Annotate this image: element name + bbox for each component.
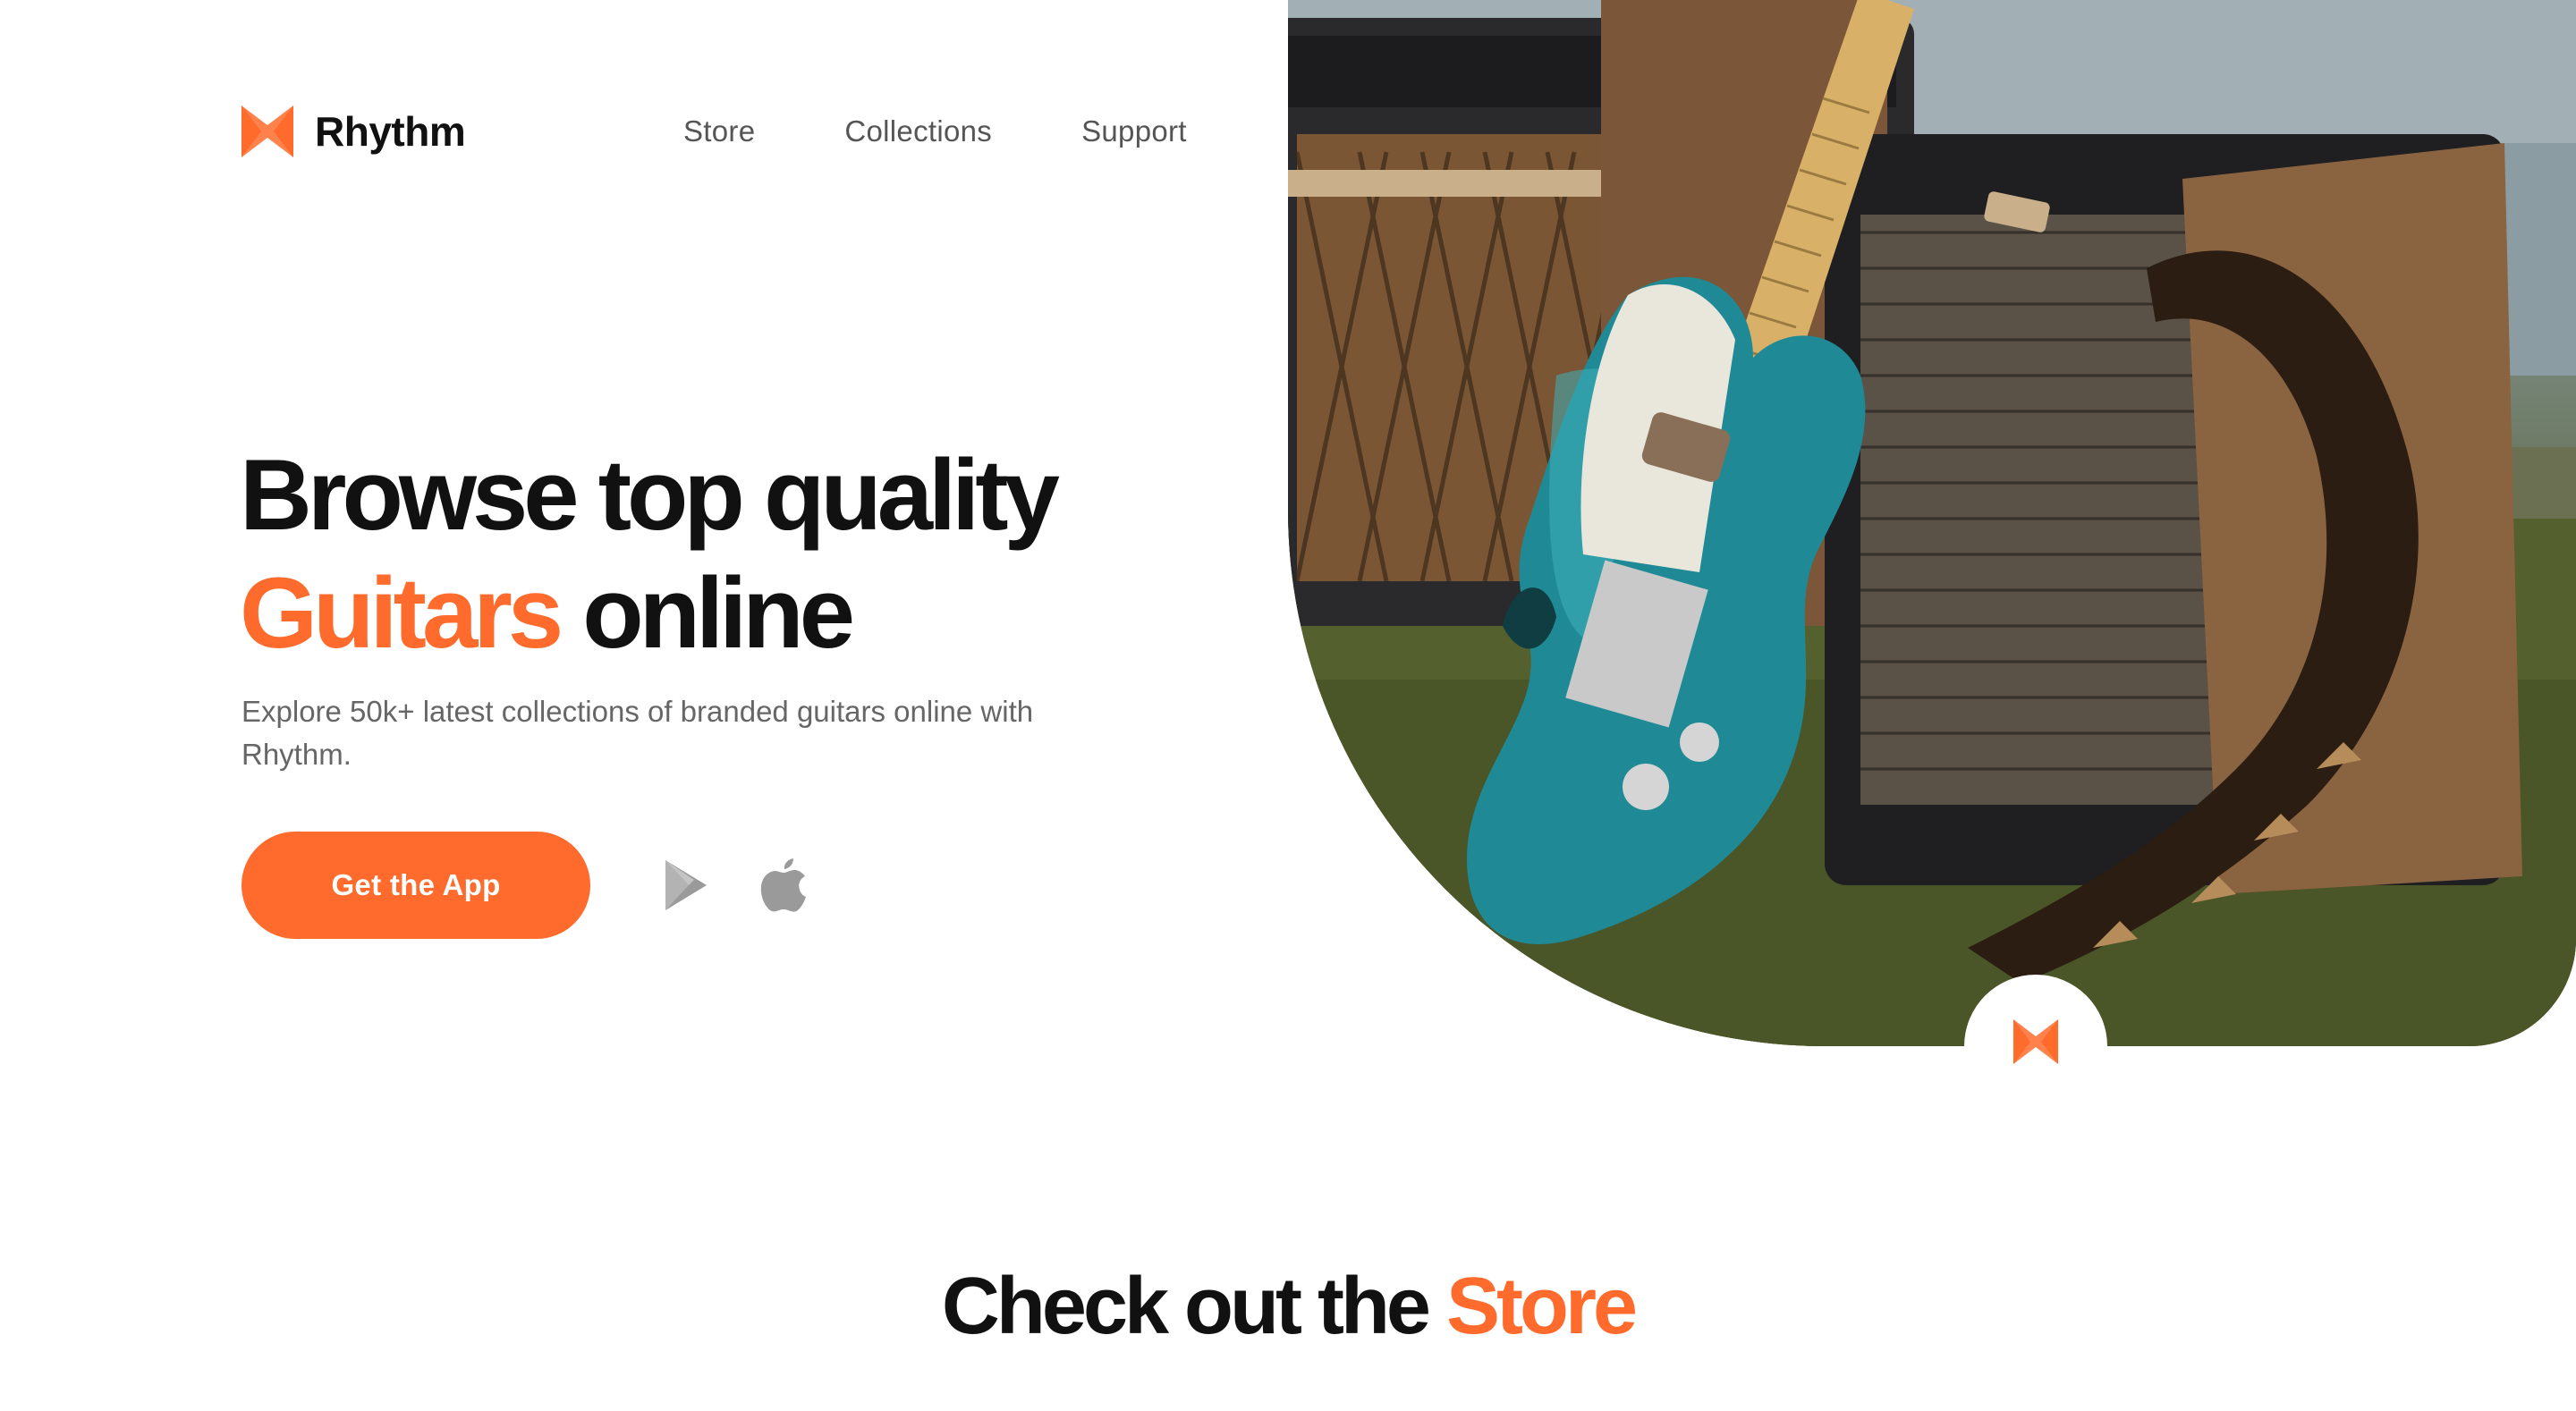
guitar-amp-illustration xyxy=(1288,0,2576,1046)
nav-link-collections[interactable]: Collections xyxy=(844,114,992,148)
brand-logo[interactable]: Rhythm xyxy=(242,106,466,157)
hero-title-accent: Guitars xyxy=(240,557,564,669)
hero-image xyxy=(1288,0,2576,1046)
rhythm-logo-icon xyxy=(242,106,293,157)
store-section-title-prefix: Check out the xyxy=(941,1262,1446,1351)
hero-title: Browse top quality Guitars online xyxy=(240,436,1224,672)
main-nav: Store Collections Support xyxy=(683,114,1187,148)
hero-description: Explore 50k+ latest collections of brand… xyxy=(242,695,1034,771)
nav-link-support[interactable]: Support xyxy=(1081,114,1187,148)
google-play-icon[interactable] xyxy=(662,858,710,912)
store-section-title-accent: Store xyxy=(1446,1262,1638,1351)
get-the-app-button[interactable]: Get the App xyxy=(242,832,590,939)
nav-link-store[interactable]: Store xyxy=(683,114,755,148)
hero-title-line-1: Browse top quality xyxy=(240,439,1060,551)
brand-name: Rhythm xyxy=(315,108,466,155)
cta-row: Get the App xyxy=(242,832,807,939)
store-section-title: Check out the Store xyxy=(0,1261,2576,1353)
hero-title-rest: online xyxy=(559,557,855,669)
hero-badge xyxy=(1964,975,2107,1118)
rhythm-badge-icon xyxy=(2013,1019,2058,1064)
hero-title-line-2: Guitars online xyxy=(240,554,1224,672)
landing-page: Rhythm Store Collections Support Browse … xyxy=(0,0,2576,1411)
apple-icon[interactable] xyxy=(760,858,807,912)
